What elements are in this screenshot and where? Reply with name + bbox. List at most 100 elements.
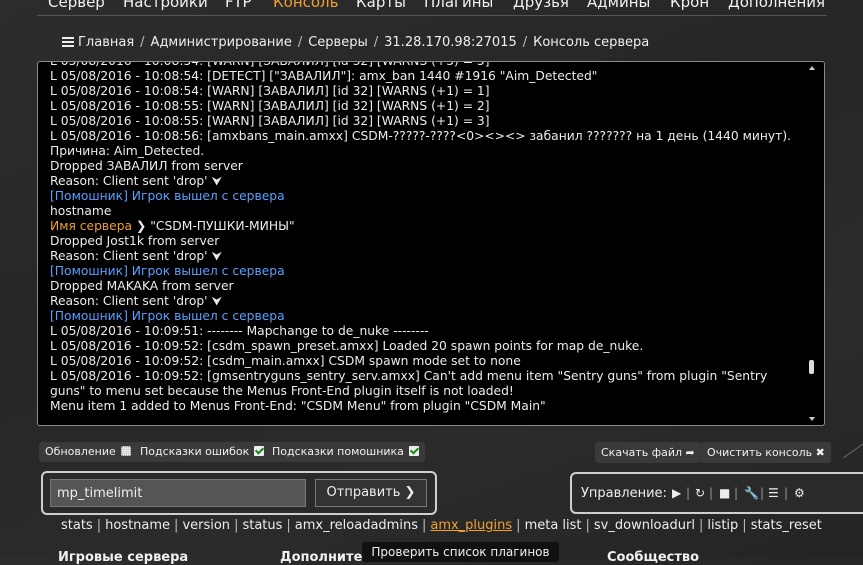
helper-hints-checkbox[interactable] xyxy=(408,446,419,456)
console-line: L 05/08/2016 - 10:09:52: [gmsentryguns_s… xyxy=(50,369,768,398)
console-line: Причина: Aim_Detected. xyxy=(50,144,205,158)
menu-icon[interactable] xyxy=(62,37,74,47)
console-line: Reason: Client sent 'drop' ⮟ xyxy=(50,294,802,309)
chevron-down-icon[interactable]: ⮟ xyxy=(211,174,221,188)
chevron-right-icon: ❯ xyxy=(136,219,147,233)
divider: | xyxy=(709,486,714,500)
console-line: hostname xyxy=(50,204,112,218)
console-line: L 05/08/2016 - 10:09:52: [csdm_main.amxx… xyxy=(50,354,521,368)
error-hints-checkbox[interactable] xyxy=(254,446,265,456)
toggle-error-hints-label: Подсказки ошибок xyxy=(140,445,250,458)
breadcrumb-separator: / xyxy=(297,35,303,50)
console-text: Reason: Client sent 'drop' xyxy=(50,294,208,308)
divider: | xyxy=(784,486,789,500)
toggle-update-label: Обновление xyxy=(45,445,116,458)
console-line: L 05/08/2016 - 10:08:55: [WARN] [ЗАВАЛИЛ… xyxy=(50,99,490,113)
console-line: L 05/08/2016 - 10:08:54: [WARN] [ЗАВАЛИЛ… xyxy=(50,84,490,98)
share-arrow-icon: ➦ xyxy=(685,446,695,459)
nav-item-plugins[interactable]: Плагины xyxy=(424,0,493,11)
console-line: Reason: Client sent 'drop' ⮟ xyxy=(50,249,802,264)
console-line: Dropped ЗАВАЛИЛ from server xyxy=(50,159,243,173)
quick-command-status[interactable]: status xyxy=(242,518,282,533)
nav-item-ftp[interactable]: FTP xyxy=(225,0,252,11)
download-file-button[interactable]: Скачать файл ➦ xyxy=(595,442,701,463)
chevron-down-icon[interactable]: ⮟ xyxy=(211,294,221,308)
nav-divider xyxy=(37,15,827,16)
console-text: Reason: Client sent 'drop' xyxy=(50,174,208,188)
wrench-icon[interactable]: 🔧 xyxy=(744,486,759,500)
nav-item-admins[interactable]: Админы xyxy=(587,0,650,11)
breadcrumb-separator: / xyxy=(522,35,528,50)
console-line: L 05/08/2016 - 10:09:51: -------- Mapcha… xyxy=(50,324,429,338)
breadcrumb-current: Консоль сервера xyxy=(533,35,650,50)
nav-item-cron[interactable]: Крон xyxy=(670,0,709,11)
nav-item-server[interactable]: Сервер xyxy=(48,0,105,11)
console-line: L 05/08/2016 - 10:08:55: [WARN] [ЗАВАЛИЛ… xyxy=(50,114,490,128)
console-output: L 05/08/2016 - 10:08:54: [WARN] [ЗАВАЛИЛ… xyxy=(50,62,802,414)
nav-item-console[interactable]: Консоль xyxy=(273,0,339,11)
breadcrumb: Главная / Администрирование / Серверы / 31.28.… xyxy=(62,35,649,50)
play-icon[interactable]: ▶ xyxy=(672,486,681,500)
console-line: L 05/08/2016 - 10:08:54: [DETECT] ["ЗАВА… xyxy=(50,69,598,83)
console-line: Dropped Jost1k from server xyxy=(50,234,220,248)
quick-command-stats[interactable]: stats xyxy=(61,518,93,533)
nav-item-maps[interactable]: Карты xyxy=(356,0,406,11)
server-console[interactable]: L 05/08/2016 - 10:08:54: [WARN] [ЗАВАЛИЛ… xyxy=(37,61,825,426)
gear-icon[interactable]: ⚙ xyxy=(794,486,805,500)
chevron-right-icon: ❯ xyxy=(404,485,416,500)
quick-command-listip[interactable]: listip xyxy=(707,518,738,533)
nav-item-extras[interactable]: Дополнения xyxy=(728,0,825,11)
breadcrumb-admin[interactable]: Администрирование xyxy=(151,35,292,50)
scrollbar-thumb[interactable] xyxy=(809,360,814,374)
console-helper-line: [Помошник] Игрок вышел с сервера xyxy=(50,189,285,203)
breadcrumb-separator: / xyxy=(373,35,379,50)
download-file-label: Скачать файл xyxy=(601,446,683,459)
console-line: L 05/08/2016 - 10:08:54: [WARN] [ЗАВАЛИЛ… xyxy=(50,61,490,68)
quick-command-version[interactable]: version xyxy=(182,518,230,533)
divider: | xyxy=(686,486,691,500)
scroll-down-arrow[interactable] xyxy=(809,417,815,421)
clear-console-label: Очистить консоль xyxy=(707,446,813,459)
nav-item-friends[interactable]: Друзья xyxy=(513,0,569,11)
console-text: Reason: Client sent 'drop' xyxy=(50,249,208,263)
divider: | xyxy=(760,486,765,500)
console-line: Reason: Client sent 'drop' ⮟ xyxy=(50,174,802,189)
chevron-down-icon[interactable]: ⮟ xyxy=(211,249,221,263)
toggle-helper-hints-label: Подсказки помошника xyxy=(272,445,404,458)
control-panel: Управление: ▶ | ↻ | ■ | 🔧 | ☰ | ⚙ xyxy=(570,472,863,514)
console-hostname-value: "CSDM-ПУШКИ-МИНЫ" xyxy=(150,219,295,233)
quick-command-hostname[interactable]: hostname xyxy=(105,518,170,533)
scroll-up-arrow[interactable] xyxy=(809,66,815,70)
control-label: Управление: xyxy=(581,486,667,501)
quick-command-stats-reset[interactable]: stats_reset xyxy=(751,518,822,533)
clear-console-button[interactable]: Очистить консоль ✖ xyxy=(701,442,831,463)
toggle-update[interactable]: Обновление xyxy=(39,442,137,462)
console-line: Menu item 1 added to Menus Front-End: "C… xyxy=(50,399,546,413)
breadcrumb-home[interactable]: Главная xyxy=(78,35,134,50)
command-input[interactable] xyxy=(50,479,306,507)
send-button[interactable]: Отправить ❯ xyxy=(315,479,427,507)
nav-item-settings[interactable]: Настройки xyxy=(123,0,208,11)
restart-icon[interactable]: ↻ xyxy=(695,486,705,500)
breadcrumb-server-address[interactable]: 31.28.170.98:27015 xyxy=(384,35,517,50)
stop-icon[interactable]: ■ xyxy=(719,486,730,500)
quick-command-plugins[interactable]: amx_plugins xyxy=(430,518,512,533)
console-line: L 05/08/2016 - 10:08:56: [amxbans_main.a… xyxy=(50,129,792,143)
toggle-error-hints[interactable]: Подсказки ошибок xyxy=(134,442,271,462)
list-icon[interactable]: ☰ xyxy=(768,486,779,500)
top-nav: Сервер Настройки FTP Консоль Карты Плаги… xyxy=(0,0,863,14)
update-checkbox[interactable] xyxy=(120,446,131,456)
send-label: Отправить xyxy=(326,485,401,500)
console-hostname-label: Имя сервера xyxy=(50,219,133,233)
quick-command-meta-list[interactable]: meta list xyxy=(525,518,582,533)
close-icon: ✖ xyxy=(815,446,825,459)
quick-commands: stats | hostname | version | status | amx_reload… xyxy=(61,518,822,533)
breadcrumb-servers[interactable]: Серверы xyxy=(308,35,368,50)
divider: | xyxy=(734,486,739,500)
tooltip: Проверить список плагинов xyxy=(362,542,559,562)
quick-command-downloadurl[interactable]: sv_downloadurl xyxy=(594,518,695,533)
command-form: Отправить ❯ xyxy=(41,471,437,515)
toggle-helper-hints[interactable]: Подсказки помошника xyxy=(266,442,425,462)
quick-command-reloadadmins[interactable]: amx_reloadadmins xyxy=(295,518,418,533)
console-line: L 05/08/2016 - 10:09:52: [csdm_spawn_pre… xyxy=(50,339,644,353)
